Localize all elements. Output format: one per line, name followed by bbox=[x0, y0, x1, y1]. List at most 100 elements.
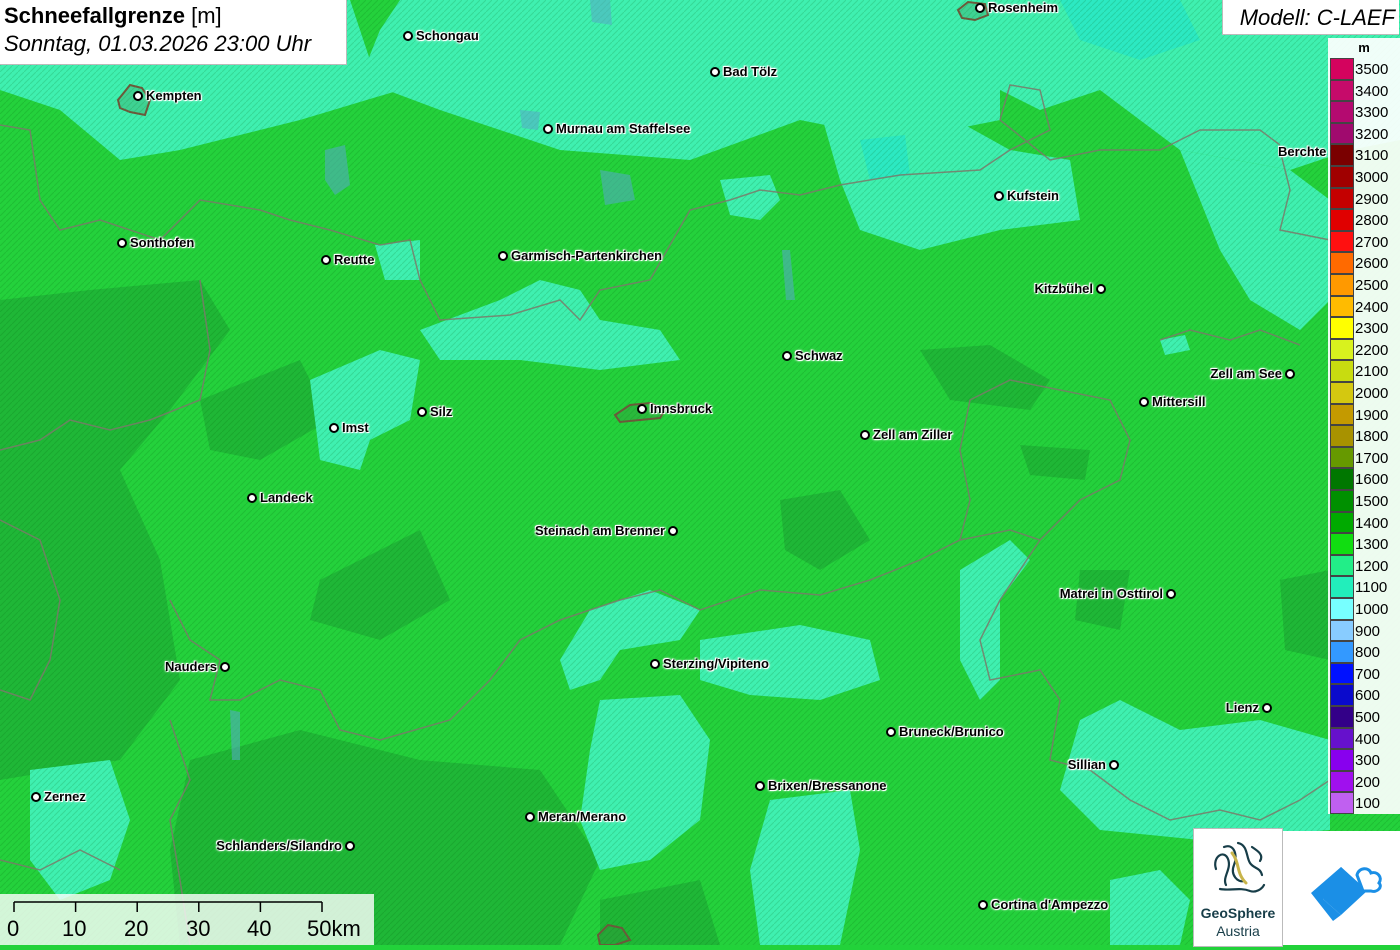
city-label[interactable]: Lienz bbox=[1226, 700, 1259, 715]
city-marker[interactable] bbox=[994, 191, 1004, 201]
legend-label: 300 bbox=[1355, 752, 1381, 770]
city-label[interactable]: Reutte bbox=[334, 252, 374, 267]
city-marker[interactable] bbox=[247, 493, 257, 503]
city-label[interactable]: Kufstein bbox=[1007, 188, 1059, 203]
scale-tick: 30 bbox=[186, 916, 211, 941]
city-label[interactable]: Matrei in Osttirol bbox=[1060, 586, 1163, 601]
city-marker[interactable] bbox=[403, 31, 413, 41]
title-box: Schneefallgrenze [m] Sonntag, 01.03.2026… bbox=[0, 0, 347, 65]
city-marker[interactable] bbox=[886, 727, 896, 737]
legend-swatch bbox=[1330, 770, 1354, 793]
map-canvas[interactable] bbox=[0, 0, 1400, 945]
city-marker[interactable] bbox=[975, 3, 985, 13]
legend-label: 1400 bbox=[1355, 514, 1389, 532]
city-marker[interactable] bbox=[525, 812, 535, 822]
city-marker[interactable] bbox=[345, 841, 355, 851]
legend-swatch bbox=[1330, 598, 1354, 620]
legend-entry: 2600 bbox=[1328, 252, 1400, 274]
city-marker[interactable] bbox=[1109, 760, 1119, 770]
city-marker[interactable] bbox=[133, 91, 143, 101]
city-marker[interactable] bbox=[755, 781, 765, 791]
city-label[interactable]: Silz bbox=[430, 404, 452, 419]
city-marker[interactable] bbox=[1285, 369, 1295, 379]
city-label[interactable]: Schongau bbox=[416, 28, 479, 43]
city-label[interactable]: Meran/Merano bbox=[538, 809, 626, 824]
city-marker[interactable] bbox=[31, 792, 41, 802]
city-label[interactable]: Bad Tölz bbox=[723, 64, 777, 79]
city-marker[interactable] bbox=[1096, 284, 1106, 294]
legend-label: 1200 bbox=[1355, 557, 1389, 575]
legend-swatch bbox=[1330, 619, 1354, 642]
city-label[interactable]: Rosenheim bbox=[988, 0, 1058, 15]
city-label[interactable]: Sterzing/Vipiteno bbox=[663, 656, 769, 671]
city-marker[interactable] bbox=[1262, 703, 1272, 713]
city-label[interactable]: Innsbruck bbox=[650, 401, 712, 416]
city-label[interactable]: Schlanders/Silandro bbox=[216, 838, 342, 853]
legend-swatch bbox=[1330, 317, 1354, 339]
city-label[interactable]: Garmisch-Partenkirchen bbox=[511, 248, 662, 263]
hillshade-overlay bbox=[0, 0, 1400, 945]
city-marker[interactable] bbox=[220, 662, 230, 672]
city-label[interactable]: Nauders bbox=[165, 659, 217, 674]
city-marker[interactable] bbox=[668, 526, 678, 536]
city-marker[interactable] bbox=[498, 251, 508, 261]
legend-entry: 2800 bbox=[1328, 209, 1400, 231]
city-label[interactable]: Sillian bbox=[1068, 757, 1106, 772]
city-label[interactable]: Zernez bbox=[44, 789, 86, 804]
city-label[interactable]: Steinach am Brenner bbox=[535, 523, 665, 538]
city-label[interactable]: Landeck bbox=[260, 490, 313, 505]
legend-entry: 400 bbox=[1328, 727, 1400, 750]
legend-label: 3100 bbox=[1355, 147, 1389, 165]
legend-label: 1900 bbox=[1355, 406, 1389, 424]
city-marker[interactable] bbox=[543, 124, 553, 134]
city-label[interactable]: Berchte bbox=[1278, 144, 1336, 159]
city-marker[interactable] bbox=[1139, 397, 1149, 407]
city-label[interactable]: Sonthofen bbox=[130, 235, 194, 250]
legend-label: 1000 bbox=[1355, 601, 1389, 618]
city-label[interactable]: Brixen/Bressanone bbox=[768, 778, 887, 793]
legend-label: 1500 bbox=[1355, 493, 1389, 510]
city-marker[interactable] bbox=[710, 67, 720, 77]
geosphere-logo-line1: GeoSphere bbox=[1200, 905, 1276, 921]
scale-bar: 0 10 20 30 40 50km bbox=[0, 894, 374, 945]
city-marker[interactable] bbox=[650, 659, 660, 669]
city-marker[interactable] bbox=[978, 900, 988, 910]
city-marker[interactable] bbox=[860, 430, 870, 440]
city-marker[interactable] bbox=[117, 238, 127, 248]
legend-swatch bbox=[1330, 101, 1354, 123]
legend-unit: m bbox=[1358, 40, 1370, 55]
legend-entry: 2700 bbox=[1328, 230, 1400, 253]
city-label[interactable]: Zell am See bbox=[1210, 366, 1282, 381]
city-marker[interactable] bbox=[321, 255, 331, 265]
city-label[interactable]: Schwaz bbox=[795, 348, 843, 363]
city-label[interactable]: Zell am Ziller bbox=[873, 427, 952, 442]
legend-entry: 2900 bbox=[1328, 187, 1400, 210]
legend-swatch bbox=[1330, 706, 1354, 728]
legend-label: 3200 bbox=[1355, 125, 1389, 143]
city-marker[interactable] bbox=[782, 351, 792, 361]
city-label[interactable]: Kempten bbox=[146, 88, 202, 103]
city-marker[interactable] bbox=[1166, 589, 1176, 599]
city-label[interactable]: Imst bbox=[342, 420, 369, 435]
legend-label: 2200 bbox=[1355, 341, 1389, 359]
city-label[interactable]: Mittersill bbox=[1152, 394, 1205, 409]
legend-entry: 2000 bbox=[1328, 382, 1400, 404]
city-marker[interactable] bbox=[637, 404, 647, 414]
city-marker[interactable] bbox=[329, 423, 339, 433]
city-marker[interactable] bbox=[417, 407, 427, 417]
legend-swatch bbox=[1330, 533, 1354, 555]
geosphere-emblem-icon bbox=[1214, 841, 1266, 893]
legend-swatch bbox=[1330, 425, 1354, 447]
legend-swatch bbox=[1330, 58, 1354, 80]
legend-entry: 1700 bbox=[1328, 446, 1400, 469]
legend-label: 2000 bbox=[1355, 385, 1389, 402]
city-label[interactable]: Murnau am Staffelsee bbox=[556, 121, 690, 136]
legend-entry: 3000 bbox=[1328, 166, 1400, 188]
city-label[interactable]: Cortina d'Ampezzo bbox=[991, 897, 1108, 912]
geosphere-logo[interactable]: GeoSphere Austria bbox=[1193, 828, 1283, 947]
city-label[interactable]: Bruneck/Brunico bbox=[899, 724, 1004, 739]
legend-label: 3500 bbox=[1355, 61, 1389, 78]
legend-entry: 300 bbox=[1328, 749, 1400, 771]
city-label[interactable]: Kitzbühel bbox=[1035, 281, 1094, 296]
weather-app-logo[interactable] bbox=[1283, 831, 1400, 945]
